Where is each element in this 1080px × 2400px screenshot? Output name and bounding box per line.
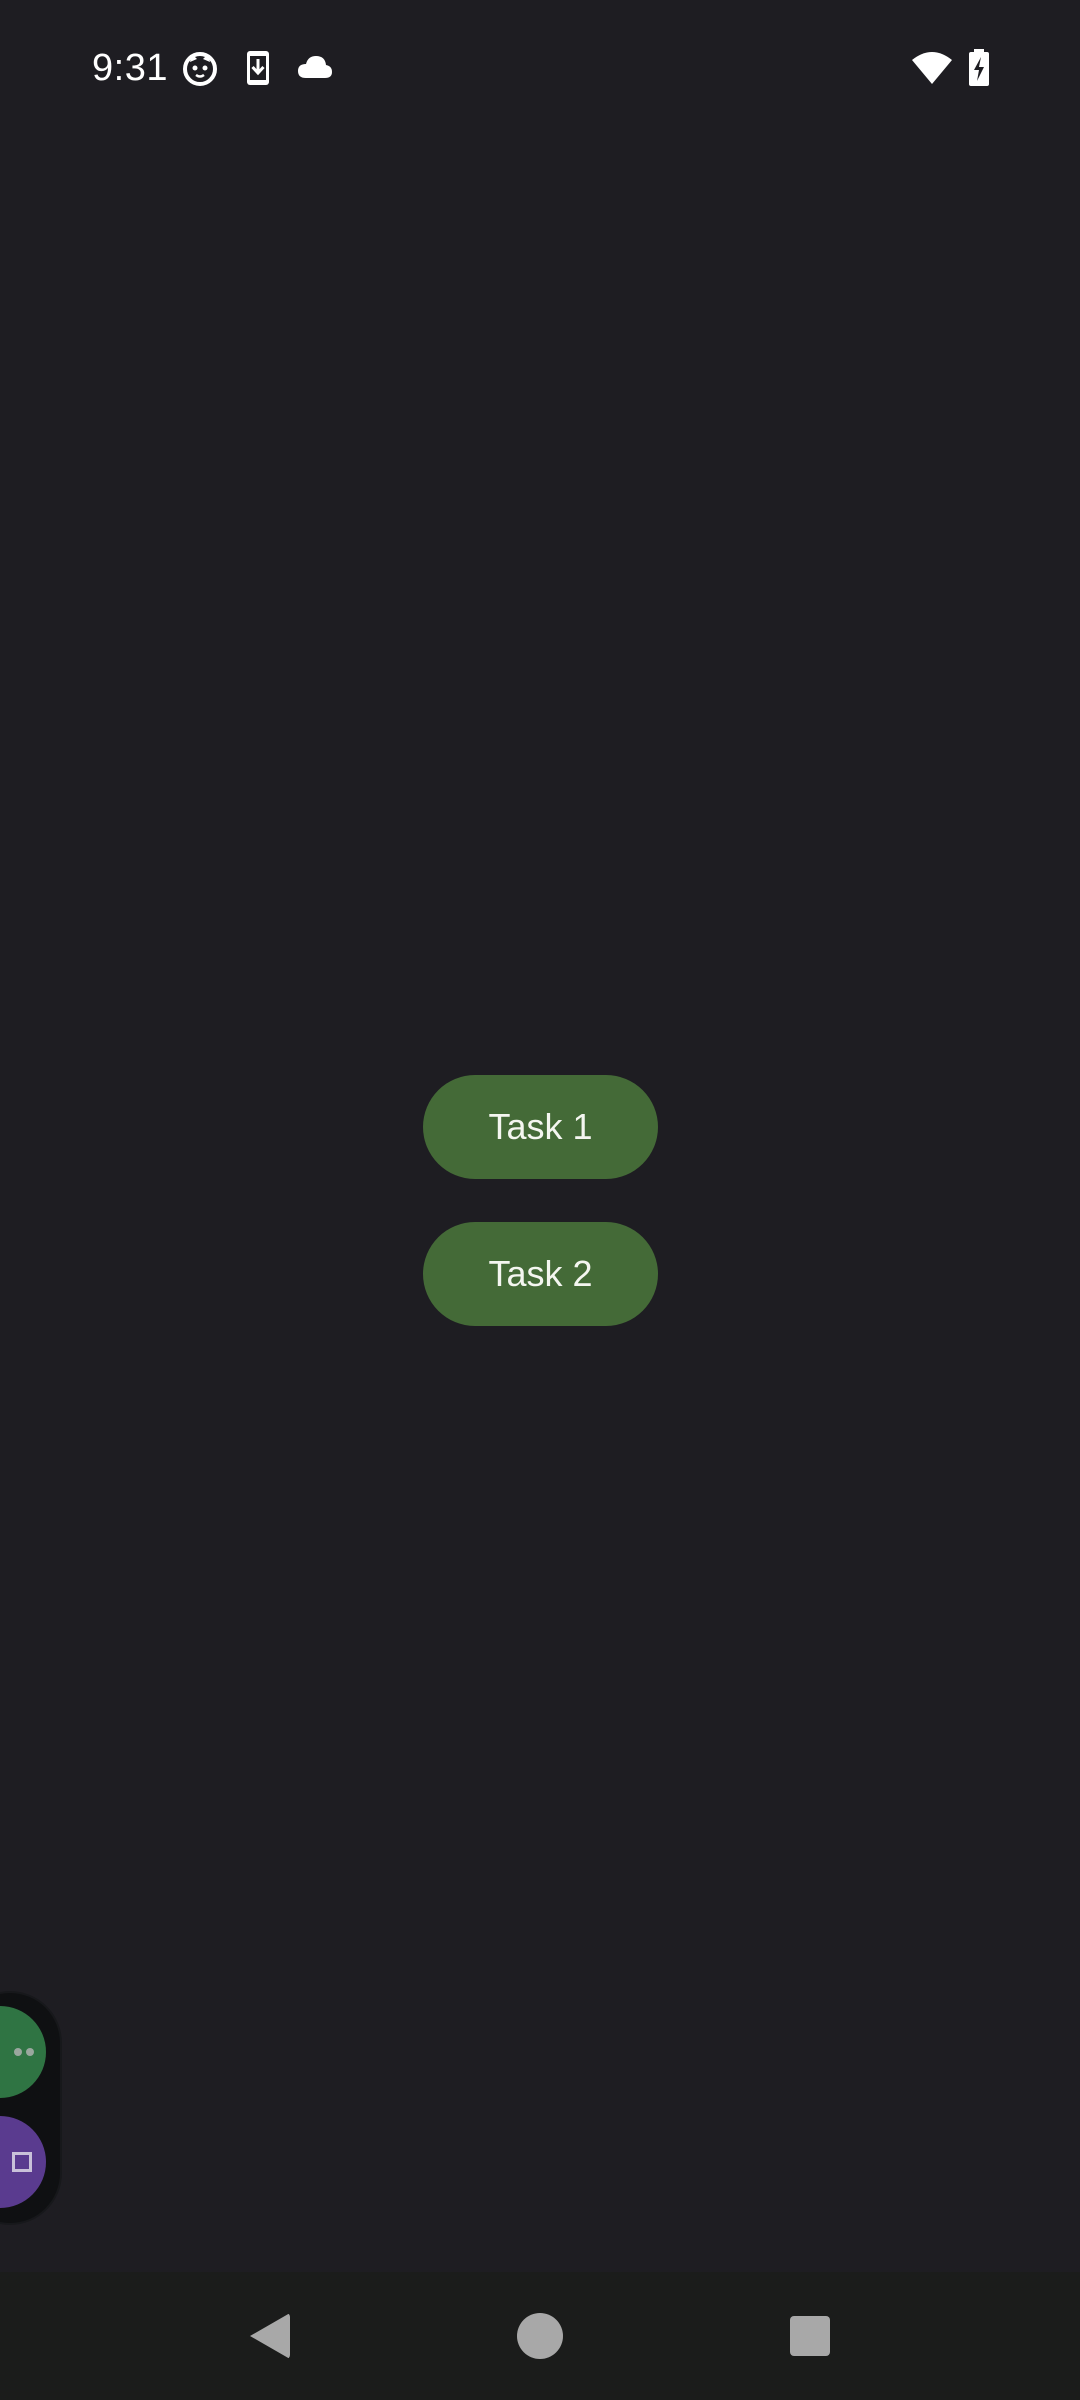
task-1-button[interactable]: Task 1 <box>423 1075 658 1179</box>
home-button[interactable] <box>480 2272 600 2400</box>
task-2-button[interactable]: Task 2 <box>423 1222 658 1326</box>
back-button[interactable] <box>210 2272 330 2400</box>
status-bar: 9:31 <box>0 0 1080 130</box>
navigation-bar <box>0 2272 1080 2400</box>
recents-button[interactable] <box>750 2272 870 2400</box>
battery-charging-icon <box>964 48 994 88</box>
phone-download-icon <box>238 48 278 88</box>
cloud-icon <box>295 48 335 88</box>
window-glyph <box>12 2152 32 2172</box>
wifi-icon <box>910 48 954 88</box>
dots-glyph <box>14 2048 34 2056</box>
back-icon <box>250 2313 290 2359</box>
cat-face-icon <box>180 48 220 88</box>
home-icon <box>517 2313 563 2359</box>
recents-icon <box>790 2316 830 2356</box>
status-time: 9:31 <box>92 47 168 89</box>
